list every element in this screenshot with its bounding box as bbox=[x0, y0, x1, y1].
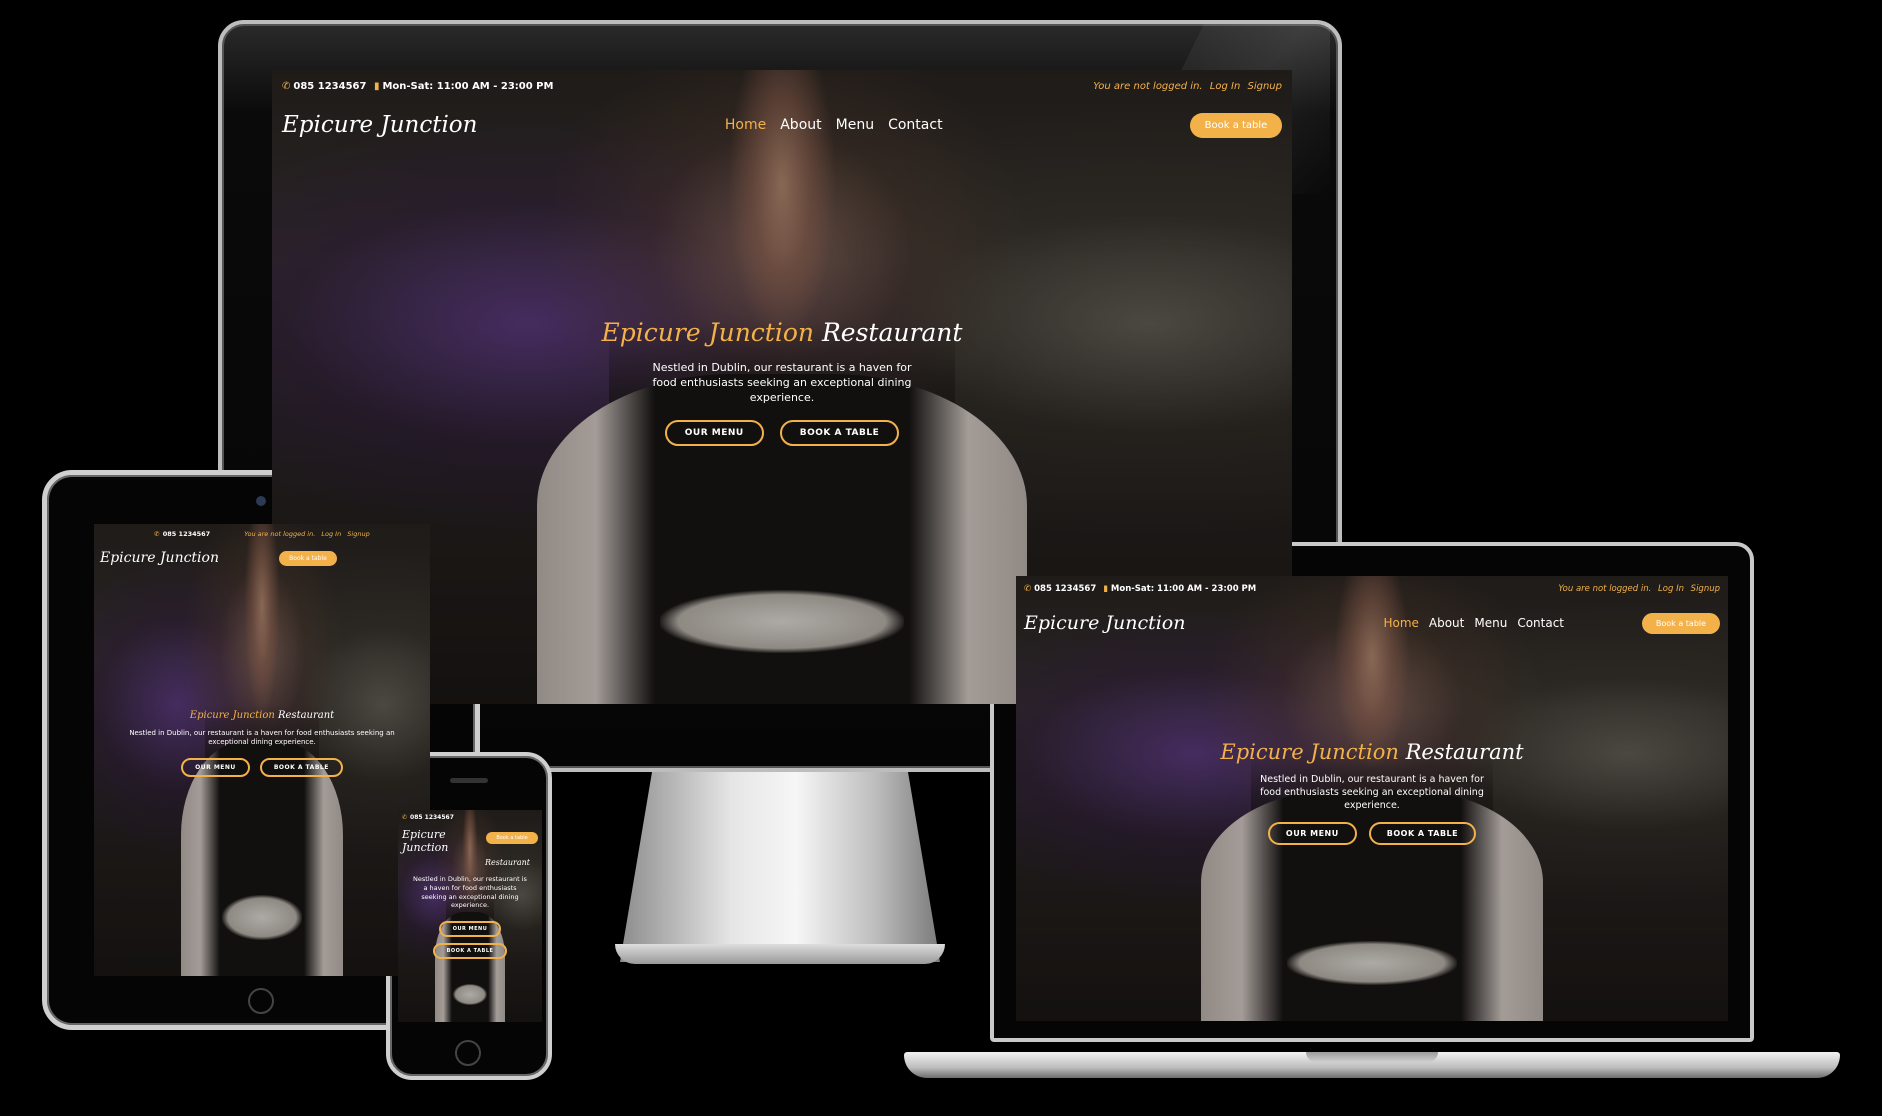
nav-home[interactable]: Home bbox=[1383, 616, 1418, 630]
auth-status: You are not logged in. Log In Signup bbox=[1554, 584, 1720, 594]
hero-section: Epicure Junction Restaurant Nestled in D… bbox=[94, 710, 430, 777]
phone-number: 085 1234567 bbox=[1034, 584, 1097, 594]
nav-home[interactable]: Home bbox=[725, 117, 766, 133]
our-menu-button[interactable]: OUR MENU bbox=[1267, 822, 1357, 846]
nav-links: Home About Menu Contact bbox=[718, 117, 950, 133]
login-status: You are not logged in. bbox=[244, 530, 316, 538]
top-info-bar: ✆ 085 1234567 ▮ Mon-Sat: 11:00 AM - 23:00 … bbox=[1016, 576, 1728, 602]
opening-hours: Mon-Sat: 11:00 AM - 23:00 PM bbox=[1110, 584, 1257, 594]
contact-info: ✆ 085 1234567 bbox=[154, 530, 210, 538]
book-a-table-button[interactable]: BOOK A TABLE bbox=[432, 943, 508, 960]
phone-home-button bbox=[455, 1040, 481, 1066]
signup-link[interactable]: Signup bbox=[1691, 584, 1720, 594]
hero-description: Nestled in Dublin, our restaurant is a h… bbox=[413, 875, 527, 910]
nav-about[interactable]: About bbox=[780, 117, 821, 133]
tablet-camera bbox=[256, 496, 266, 506]
hero-title: Epicure Junction Restaurant bbox=[94, 710, 430, 721]
phone-icon: ✆ bbox=[154, 530, 160, 538]
opening-hours: Mon-Sat: 11:00 AM - 23:00 PM bbox=[382, 81, 554, 92]
tablet-screen: ✆ 085 1234567 You are not logged in. Log … bbox=[94, 524, 430, 976]
hero-restaurant: Restaurant bbox=[821, 318, 963, 347]
nav-about[interactable]: About bbox=[1429, 616, 1464, 630]
hero-restaurant: Restaurant bbox=[1405, 740, 1524, 764]
main-navbar: Epicure Junction Book a table bbox=[398, 828, 542, 854]
book-table-button[interactable]: Book a table bbox=[278, 550, 337, 566]
nav-contact[interactable]: Contact bbox=[1517, 616, 1564, 630]
main-navbar: Epicure Junction Book a table bbox=[94, 550, 430, 566]
signup-link[interactable]: Signup bbox=[347, 530, 369, 538]
site-logo[interactable]: Epicure Junction bbox=[402, 828, 462, 854]
auth-status: You are not logged in. Log In Signup bbox=[240, 530, 370, 538]
hero-buttons: OUR MENU BOOK A TABLE bbox=[94, 757, 430, 777]
our-menu-button[interactable]: OUR MENU bbox=[181, 757, 250, 777]
hero-description: Nestled in Dublin, our restaurant is a h… bbox=[1260, 774, 1484, 811]
monitor-stand bbox=[620, 772, 940, 962]
phone-number: 085 1234567 bbox=[293, 81, 367, 92]
site-logo[interactable]: Epicure Junction bbox=[100, 550, 219, 566]
nav-contact[interactable]: Contact bbox=[888, 117, 942, 133]
book-table-button[interactable]: Book a table bbox=[1641, 612, 1720, 634]
book-a-table-button[interactable]: BOOK A TABLE bbox=[259, 757, 343, 777]
laptop-notch bbox=[1306, 1052, 1438, 1062]
top-info-bar: ✆ 085 1234567 bbox=[398, 810, 542, 825]
hero-title: Epicure Junction Restaurant bbox=[1016, 740, 1728, 764]
nav-menu[interactable]: Menu bbox=[1474, 616, 1507, 630]
phone-number: 085 1234567 bbox=[162, 530, 211, 538]
main-navbar: Epicure Junction Home About Menu Contact… bbox=[272, 112, 1292, 138]
monitor-foot bbox=[615, 944, 945, 964]
hero-section: Restaurant Nestled in Dublin, our restau… bbox=[398, 858, 542, 962]
login-status: You are not logged in. bbox=[1558, 584, 1652, 594]
login-status: You are not logged in. bbox=[1093, 81, 1203, 92]
book-table-button[interactable]: Book a table bbox=[486, 832, 538, 844]
hero-description: Nestled in Dublin, our restaurant is a h… bbox=[129, 729, 395, 747]
book-table-button[interactable]: Book a table bbox=[1189, 112, 1282, 138]
hero-brand: Epicure Junction bbox=[189, 710, 275, 721]
nav-links: Home About Menu Contact bbox=[1378, 616, 1569, 630]
clock-icon: ▮ bbox=[373, 81, 380, 92]
contact-info: ✆ 085 1234567 ▮ Mon-Sat: 11:00 AM - 23:00 … bbox=[1024, 584, 1256, 594]
hero-buttons: OUR MENU BOOK A TABLE bbox=[272, 419, 1292, 446]
auth-status: You are not logged in. Log In Signup bbox=[1089, 81, 1282, 92]
hero-buttons: OUR MENU BOOK A TABLE bbox=[398, 918, 542, 962]
tablet-home-button bbox=[248, 988, 274, 1014]
main-navbar: Epicure Junction Home About Menu Contact… bbox=[1016, 612, 1728, 634]
contact-info: ✆ 085 1234567 bbox=[402, 814, 454, 821]
hero-section: Epicure Junction Restaurant Nestled in D… bbox=[1016, 740, 1728, 846]
site-logo[interactable]: Epicure Junction bbox=[282, 112, 477, 138]
signup-link[interactable]: Signup bbox=[1248, 81, 1283, 92]
site-logo[interactable]: Epicure Junction bbox=[1024, 612, 1185, 634]
phone-number: 085 1234567 bbox=[410, 814, 454, 821]
hero-description: Nestled in Dublin, our restaurant is a h… bbox=[652, 361, 912, 404]
hero-brand: Epicure Junction bbox=[601, 318, 814, 347]
our-menu-button[interactable]: OUR MENU bbox=[438, 921, 502, 938]
contact-info: ✆ 085 1234567 ▮ Mon-Sat: 11:00 AM - 23:00 … bbox=[282, 81, 553, 92]
phone-icon: ✆ bbox=[282, 81, 291, 92]
top-info-bar: ✆ 085 1234567 ▮ Mon-Sat: 11:00 AM - 23:00 … bbox=[272, 70, 1292, 103]
clock-icon: ▮ bbox=[1103, 584, 1108, 594]
laptop-screen: ✆ 085 1234567 ▮ Mon-Sat: 11:00 AM - 23:00 … bbox=[1016, 576, 1728, 1021]
hero-restaurant: Restaurant bbox=[277, 710, 335, 721]
login-link[interactable]: Log In bbox=[1210, 81, 1241, 92]
hero-title: Epicure Junction Restaurant bbox=[272, 318, 1292, 347]
top-info-bar: ✆ 085 1234567 You are not logged in. Log … bbox=[94, 524, 430, 544]
phone-icon: ✆ bbox=[1024, 584, 1032, 594]
phone-screen: ✆ 085 1234567 Epicure Junction Book a tab… bbox=[398, 810, 542, 1022]
login-link[interactable]: Log In bbox=[1658, 584, 1684, 594]
book-a-table-button[interactable]: BOOK A TABLE bbox=[779, 419, 900, 446]
hero-section: Epicure Junction Restaurant Nestled in D… bbox=[272, 318, 1292, 446]
book-a-table-button[interactable]: BOOK A TABLE bbox=[1368, 822, 1477, 846]
hero-brand: Epicure Junction bbox=[1220, 740, 1399, 764]
hero-buttons: OUR MENU BOOK A TABLE bbox=[1016, 822, 1728, 846]
phone-speaker bbox=[450, 778, 488, 783]
hero-restaurant: Restaurant bbox=[485, 858, 530, 867]
nav-menu[interactable]: Menu bbox=[836, 117, 874, 133]
our-menu-button[interactable]: OUR MENU bbox=[664, 419, 764, 446]
phone-icon: ✆ bbox=[402, 814, 408, 821]
hero-title: Restaurant bbox=[398, 858, 542, 867]
login-link[interactable]: Log In bbox=[321, 530, 341, 538]
